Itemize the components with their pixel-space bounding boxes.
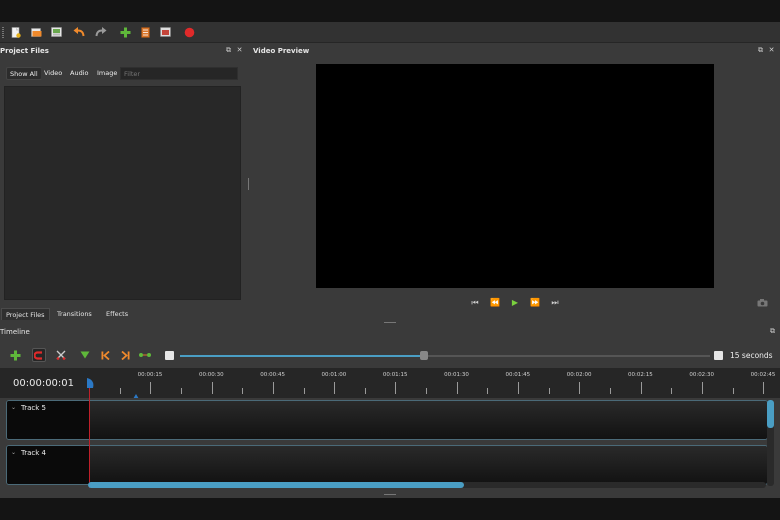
track-header[interactable]: ⌄ Track 5 — [7, 401, 89, 439]
ruler-tick — [763, 382, 765, 394]
close-dock-icon[interactable]: ✕ — [768, 47, 775, 54]
ruler-tick-label: 00:01:30 — [444, 372, 469, 378]
openshot-window: Project Files ⧉ ✕ Show All Video Audio I… — [0, 22, 780, 498]
ruler-tick — [150, 382, 152, 394]
playhead-line — [89, 388, 90, 488]
undo-icon[interactable] — [73, 26, 85, 38]
collapse-track-icon[interactable]: ⌄ — [11, 449, 16, 456]
ruler-tick-label: 00:01:00 — [321, 372, 347, 378]
snapping-toggle-icon[interactable] — [32, 348, 46, 362]
track-lane[interactable] — [89, 446, 767, 484]
center-playhead-icon[interactable] — [138, 348, 152, 362]
ruler-tick-label: 00:00:45 — [260, 372, 285, 378]
next-marker-icon[interactable] — [118, 348, 132, 362]
open-project-icon[interactable] — [30, 26, 42, 38]
ruler-tick-label: 00:02:15 — [628, 372, 653, 378]
video-preview-title: Video Preview — [253, 47, 310, 55]
close-dock-icon[interactable]: ✕ — [236, 47, 243, 54]
ruler-tick-label: 00:00:30 — [198, 372, 224, 378]
main-toolbar — [0, 22, 780, 43]
tab-project-files[interactable]: Project Files — [1, 308, 50, 320]
timecode-display: 00:00:00:01 — [13, 378, 75, 389]
ruler-tick — [180, 388, 182, 394]
horizontal-splitter[interactable] — [384, 322, 396, 324]
ruler-tick — [303, 388, 305, 394]
zoom-slider-fill — [180, 355, 424, 357]
track-name: Track 5 — [21, 404, 46, 412]
add-marker-icon[interactable] — [78, 348, 92, 362]
playhead-marker-icon[interactable] — [86, 378, 96, 392]
tab-effects[interactable]: Effects — [102, 308, 132, 320]
zoom-level-label: 15 seconds — [730, 351, 773, 360]
tab-transitions[interactable]: Transitions — [53, 308, 96, 320]
video-preview-screen[interactable] — [316, 64, 714, 288]
project-files-list[interactable] — [4, 86, 241, 300]
ruler-tick — [211, 382, 213, 394]
record-icon[interactable] — [183, 26, 195, 38]
import-files-icon[interactable] — [119, 26, 131, 38]
float-dock-icon[interactable]: ⧉ — [769, 328, 776, 335]
ruler-tick-label: 00:02:45 — [750, 372, 776, 378]
new-project-icon[interactable] — [10, 26, 22, 38]
ruler-tick — [456, 382, 458, 394]
vertical-splitter[interactable] — [248, 178, 250, 190]
ruler-tick-label: 00:01:15 — [382, 372, 408, 378]
ruler-tick — [426, 388, 428, 394]
ruler-tick — [119, 388, 121, 394]
track-row[interactable]: ⌄ Track 5 — [6, 400, 768, 440]
vertical-scrollbar-thumb[interactable] — [767, 400, 774, 428]
fast-forward-icon[interactable]: ⏩ — [529, 298, 541, 308]
ruler-tick — [701, 382, 703, 394]
export-video-icon[interactable] — [159, 26, 171, 38]
ruler-tick-label: 00:01:45 — [505, 372, 531, 378]
filter-audio-button[interactable]: Audio — [67, 67, 92, 80]
track-name: Track 4 — [21, 449, 46, 457]
track-header[interactable]: ⌄ Track 4 — [7, 446, 89, 484]
ruler-tick — [364, 388, 366, 394]
ruler-tick — [334, 382, 336, 394]
redo-icon[interactable] — [95, 26, 107, 38]
jump-start-icon[interactable]: ⏮ — [469, 298, 481, 308]
horizontal-scrollbar-thumb[interactable] — [88, 482, 464, 488]
filter-image-button[interactable]: Image — [94, 67, 121, 80]
add-track-icon[interactable] — [8, 348, 22, 362]
ruler-tick — [732, 388, 734, 394]
bottom-splitter[interactable] — [384, 494, 396, 496]
track-lane[interactable] — [89, 401, 767, 439]
track-row[interactable]: ⌄ Track 4 — [6, 445, 768, 485]
rewind-icon[interactable]: ⏪ — [489, 298, 501, 308]
previous-marker-icon[interactable] — [98, 348, 112, 362]
ruler-tick — [395, 382, 397, 394]
filter-input[interactable] — [120, 67, 238, 80]
ruler-tick — [579, 382, 581, 394]
profile-icon[interactable] — [139, 26, 151, 38]
zoom-toggle-checkbox[interactable] — [714, 351, 723, 360]
ruler-tick — [640, 382, 642, 394]
jump-end-icon[interactable]: ⏭ — [549, 298, 561, 308]
ruler-tick — [487, 388, 489, 394]
zoom-checkbox[interactable] — [165, 351, 174, 360]
ruler-tick — [548, 388, 550, 394]
timeline-title: Timeline — [0, 328, 30, 336]
save-project-icon[interactable] — [50, 26, 62, 38]
float-dock-icon[interactable]: ⧉ — [225, 47, 232, 54]
ruler-tick — [272, 382, 274, 394]
ruler-tick — [610, 388, 611, 394]
float-dock-icon[interactable]: ⧉ — [757, 47, 764, 54]
ruler-tick — [518, 382, 520, 394]
ruler-tick-label: 00:02:30 — [689, 372, 715, 378]
zoom-slider-handle[interactable] — [419, 351, 428, 360]
filter-show-all-button[interactable]: Show All — [6, 67, 42, 80]
ruler-tick — [671, 388, 673, 394]
play-icon[interactable]: ▶ — [509, 298, 521, 308]
collapse-track-icon[interactable]: ⌄ — [11, 404, 16, 411]
ruler-tick-label: 00:00:15 — [137, 372, 163, 378]
camera-icon[interactable] — [757, 299, 768, 309]
toolbar-grip[interactable] — [2, 27, 4, 38]
razor-tool-icon[interactable] — [54, 348, 68, 362]
filter-video-button[interactable]: Video — [41, 67, 66, 80]
ruler-tick — [242, 388, 244, 394]
ruler-tick-label: 00:02:00 — [566, 372, 592, 378]
project-files-title: Project Files — [0, 47, 49, 55]
